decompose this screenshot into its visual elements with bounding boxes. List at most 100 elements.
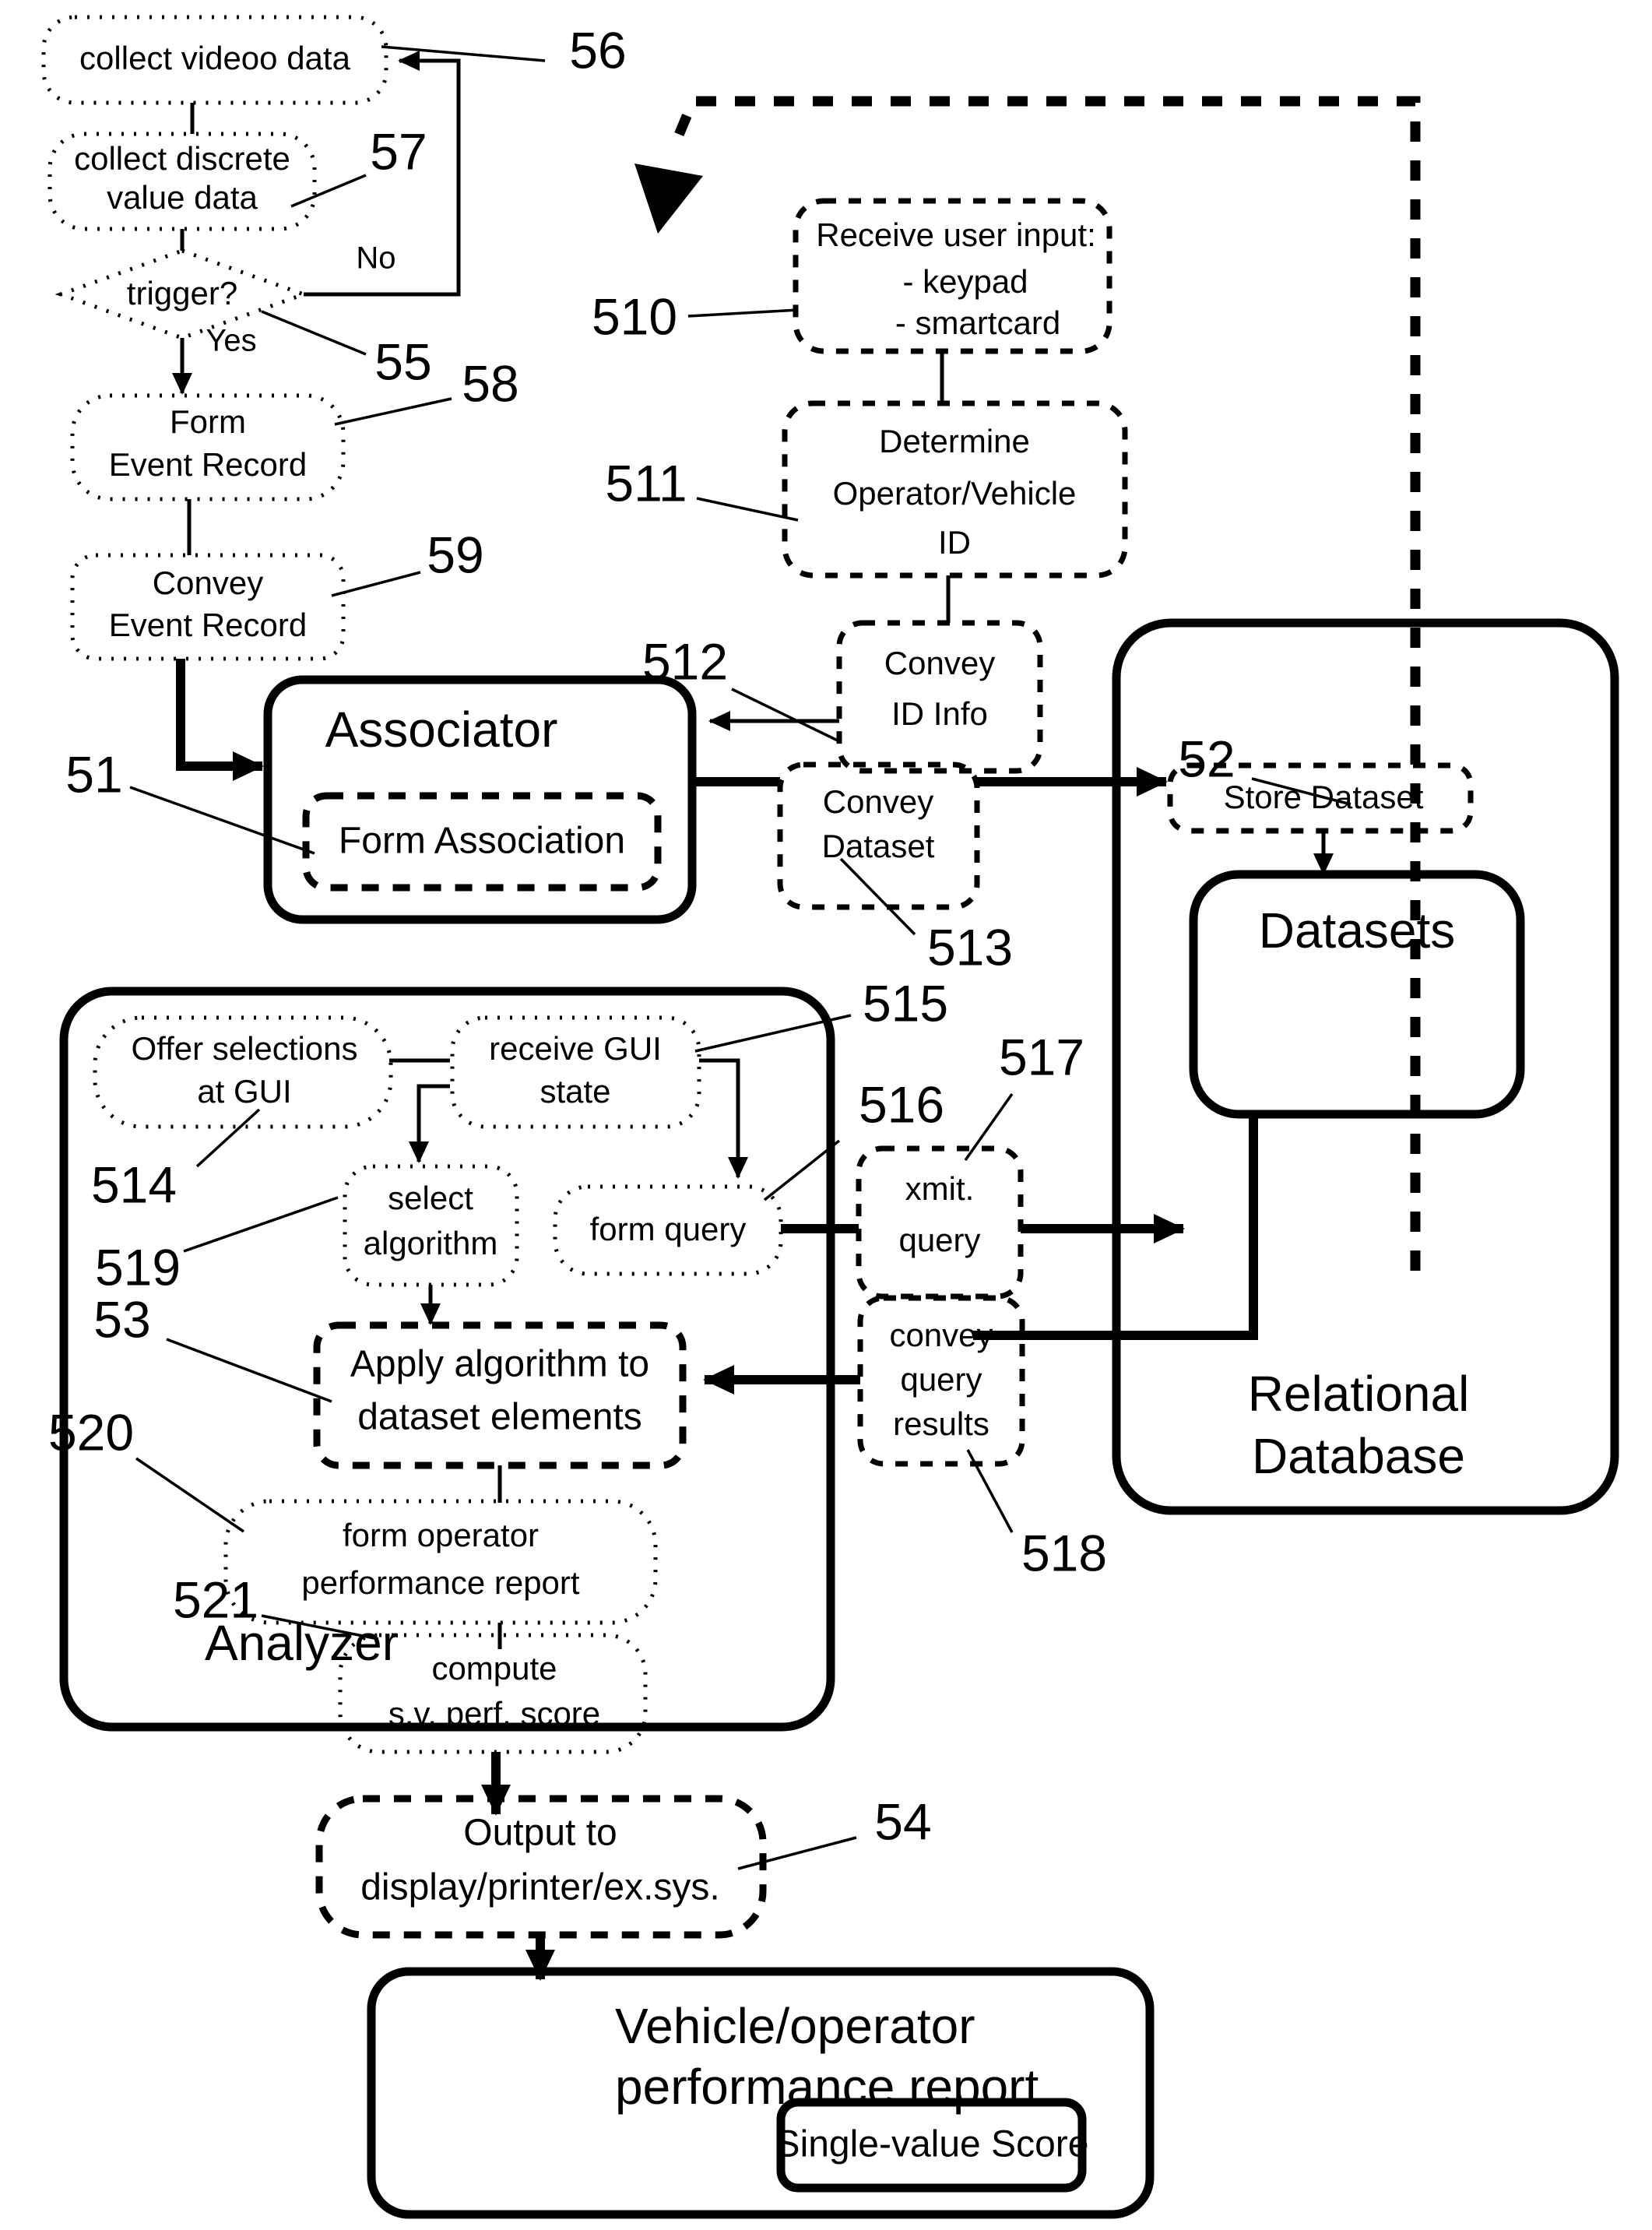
edge-record-to-associator <box>176 659 264 781</box>
edge-label-yes: Yes <box>206 324 256 358</box>
form-operator-report-line2: performance report <box>301 1564 579 1601</box>
ref-numeral-521: 521 <box>173 1570 258 1628</box>
leader-520 <box>135 1457 244 1533</box>
form-event-record-line1: Form <box>170 403 246 440</box>
edge-to-form-query <box>699 1058 748 1179</box>
convey-event-record-line1: Convey <box>153 565 263 601</box>
offer-selections-line2: at GUI <box>197 1073 291 1110</box>
node-vehicle-operator-report[interactable]: Vehicle/operator performance report Sing… <box>367 1967 1155 2219</box>
node-receive-gui-state[interactable]: receive GUI state <box>450 1015 701 1129</box>
output-to-line1: Output to <box>463 1813 617 1854</box>
collect-video-data-label: collect videoo data <box>79 40 351 76</box>
node-convey-query-results[interactable]: convey query results <box>857 1295 1025 1467</box>
node-single-value-score[interactable]: Single-value Score <box>775 2098 1089 2193</box>
apply-algorithm-line2: dataset elements <box>357 1397 642 1438</box>
leader-513 <box>839 857 916 936</box>
apply-algorithm-line1: Apply algorithm to <box>350 1344 649 1385</box>
node-form-operator-performance-report[interactable]: form operator performance report <box>223 1499 658 1625</box>
output-to-line2: display/printer/ex.sys. <box>360 1867 720 1908</box>
ref-numeral-510: 510 <box>592 287 677 345</box>
ref-numeral-513: 513 <box>927 918 1013 976</box>
edge-to-select-algorithm <box>409 1084 450 1163</box>
node-convey-id-info[interactable]: Convey ID Info <box>836 620 1043 774</box>
receive-gui-state-line1: receive GUI <box>489 1030 662 1067</box>
determine-id-line3: ID <box>938 524 971 561</box>
vehicle-report-line1: Vehicle/operator <box>615 1998 975 2054</box>
associator-title: Associator <box>325 702 558 758</box>
single-value-score-label: Single-value Score <box>775 2124 1089 2165</box>
edge-label-no: No <box>356 241 395 276</box>
form-event-record-line2: Event Record <box>109 446 307 483</box>
form-operator-report-line1: form operator <box>343 1517 539 1553</box>
select-algorithm-line2: algorithm <box>364 1225 498 1261</box>
ref-numeral-512: 512 <box>642 632 728 690</box>
container-analyzer[interactable]: Analyzer Offer selections at GUI receive… <box>59 987 835 1754</box>
leader-58 <box>334 397 452 426</box>
node-determine-operator-vehicle-id[interactable]: Determine Operator/Vehicle ID <box>782 400 1128 579</box>
node-output-to-display[interactable]: Output to display/printer/ex.sys. <box>315 1795 767 1939</box>
leader-56 <box>381 45 546 62</box>
figure-canvas: collect videoo data collect discrete val… <box>0 0 1652 2230</box>
leader-53 <box>166 1338 332 1403</box>
xmit-query-line2: query <box>898 1222 980 1258</box>
node-form-event-record[interactable]: Form Event Record <box>70 393 346 501</box>
flowchart-diagram: collect videoo data collect discrete val… <box>41 15 1619 2219</box>
ref-numeral-58: 58 <box>462 354 518 412</box>
leader-51 <box>129 786 315 855</box>
node-offer-selections-at-gui[interactable]: Offer selections at GUI <box>93 1015 393 1129</box>
receive-user-input-line3: - smartcard <box>895 304 1060 341</box>
node-xmit-query[interactable]: xmit. query <box>856 1145 1024 1300</box>
ref-numeral-515: 515 <box>863 974 948 1032</box>
convey-dataset-line2: Dataset <box>822 828 935 864</box>
trigger-label: trigger? <box>127 275 237 311</box>
leader-510 <box>687 308 799 318</box>
node-trigger-decision[interactable]: trigger? <box>54 248 310 340</box>
node-convey-dataset[interactable]: Convey Dataset <box>777 762 980 910</box>
leader-57 <box>290 174 367 208</box>
node-receive-user-input[interactable]: Receive user input: - keypad - smartcard <box>793 198 1112 354</box>
compute-score-line1: compute <box>431 1650 557 1687</box>
convey-query-results-line3: results <box>893 1405 989 1442</box>
feedback-arrowhead <box>634 164 703 234</box>
leader-519 <box>183 1196 339 1253</box>
ref-numeral-520: 520 <box>48 1403 134 1461</box>
ref-numeral-516: 516 <box>859 1075 944 1133</box>
node-form-query[interactable]: form query <box>553 1184 783 1276</box>
node-collect-discrete-value-data[interactable]: collect discrete value data <box>47 132 317 231</box>
compute-score-line2: s.v. perf. score <box>388 1695 600 1732</box>
leader-55 <box>261 310 367 356</box>
container-associator[interactable]: Associator Form Association <box>263 675 697 924</box>
node-select-algorithm[interactable]: select algorithm <box>343 1164 519 1287</box>
ref-numeral-54: 54 <box>874 1792 931 1850</box>
receive-user-input-line1: Receive user input: <box>816 216 1096 253</box>
collect-discrete-line1: collect discrete <box>74 140 290 177</box>
datasets-label: Datasets <box>1259 902 1456 958</box>
node-datasets[interactable]: Datasets <box>1189 870 1525 1119</box>
ref-numeral-514: 514 <box>91 1155 177 1213</box>
receive-user-input-line2: - keypad <box>902 263 1028 300</box>
ref-numeral-52: 52 <box>1178 730 1235 787</box>
convey-dataset-line1: Convey <box>823 783 933 820</box>
receive-gui-state-line2: state <box>540 1073 610 1110</box>
leader-512 <box>731 688 842 744</box>
ref-numeral-51: 51 <box>65 745 122 803</box>
ref-numeral-518: 518 <box>1021 1524 1107 1581</box>
ref-numeral-519: 519 <box>95 1238 181 1296</box>
convey-query-results-line2: query <box>900 1361 982 1398</box>
form-query-label: form query <box>590 1211 747 1247</box>
form-association-label: Form Association <box>339 821 625 862</box>
leader-54 <box>737 1836 857 1870</box>
convey-event-record-line2: Event Record <box>109 607 307 643</box>
ref-numeral-55: 55 <box>374 332 431 390</box>
node-collect-video-data[interactable]: collect videoo data <box>41 15 388 105</box>
convey-query-results-line1: convey <box>889 1317 993 1353</box>
ref-numeral-59: 59 <box>427 526 483 583</box>
ref-numeral-57: 57 <box>370 122 427 180</box>
node-apply-algorithm[interactable]: Apply algorithm to dataset elements <box>313 1321 687 1469</box>
relational-database-line1: Relational <box>1248 1366 1470 1422</box>
determine-id-line2: Operator/Vehicle <box>833 475 1077 512</box>
node-convey-event-record[interactable]: Convey Event Record <box>70 553 346 661</box>
ref-numeral-517: 517 <box>999 1028 1084 1085</box>
select-algorithm-line1: select <box>388 1180 473 1216</box>
convey-id-info-line2: ID Info <box>891 695 988 732</box>
